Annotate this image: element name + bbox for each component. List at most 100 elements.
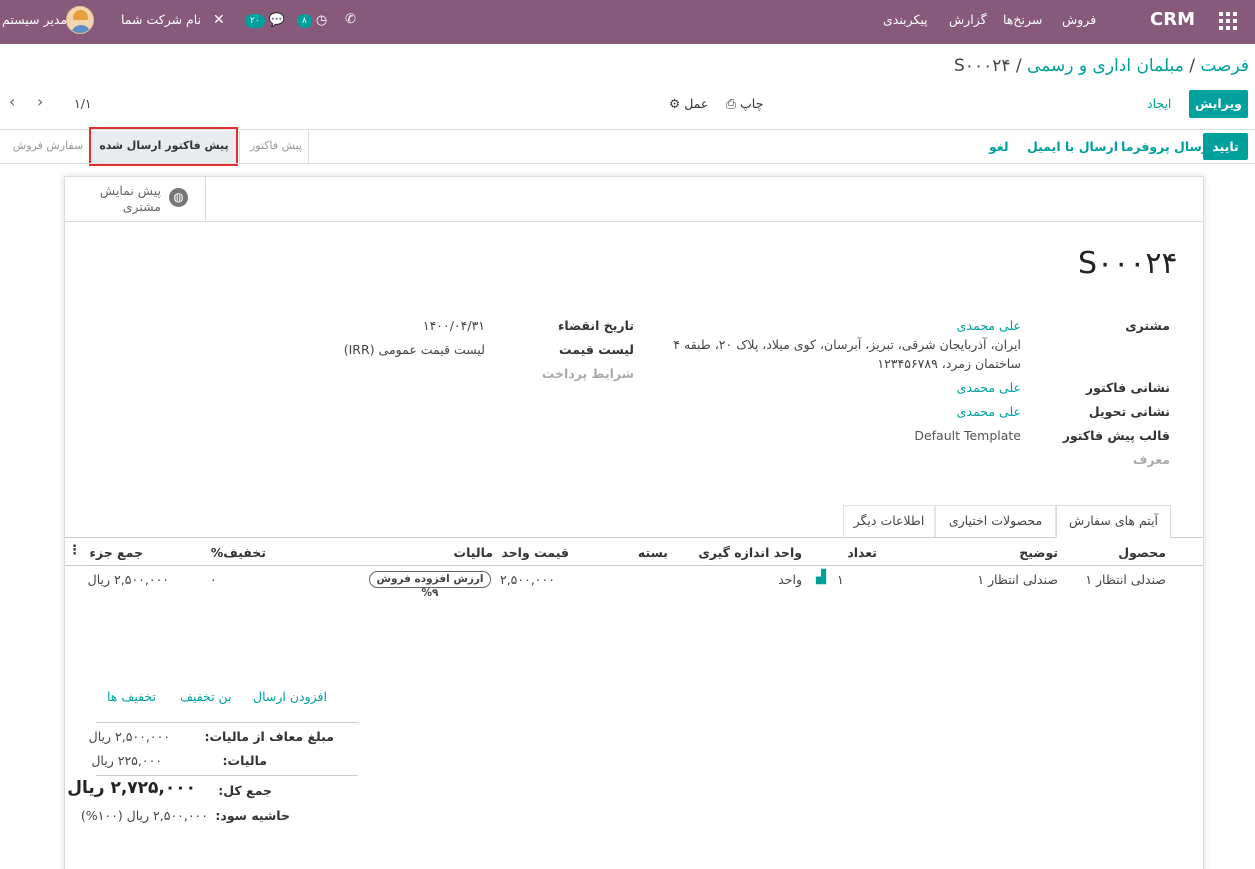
add-shipping-button[interactable]: افزودن ارسال [253,689,327,704]
col-unit-price[interactable]: قیمت واحد [501,545,569,560]
send-proforma-button[interactable]: ارسال پروفرما [1121,139,1213,154]
margin-label: حاشیه سود: [215,808,290,823]
tab-order-lines[interactable]: آیتم های سفارش [1056,505,1171,538]
col-subtotal[interactable]: جمع جزء [90,545,143,560]
chat-icon: 💬 [268,13,285,28]
phone-icon[interactable]: ✆ [345,0,356,44]
col-product[interactable]: محصول [1118,545,1166,560]
order-number: S۰۰۰۲۴ [1078,246,1178,281]
app-name[interactable]: CRM [1150,0,1195,44]
menu-leads[interactable]: سرنخ‌ها [1003,0,1042,44]
taxes-label: مالیات: [222,753,267,768]
promotions-button[interactable]: تخفیف ها [107,689,156,704]
customer-label: مشتری [1125,318,1170,333]
messages-menu[interactable]: ۲۰ 💬 [245,0,285,44]
margin-value: ۲,۵۰۰,۰۰۰ ریال (۱۰۰%) [80,808,208,823]
breadcrumb-opportunity-name[interactable]: مبلمان اداری و رسمی [1027,56,1184,76]
activity-menu[interactable]: ۸ ◷ [297,0,327,44]
col-quantity[interactable]: تعداد [847,545,877,560]
user-menu[interactable]: مدیر سیستم [2,0,67,44]
col-package[interactable]: بسته [638,545,668,560]
customer-preview-button[interactable]: پیش نمایش مشتری ◍ [65,177,206,221]
pager-value[interactable]: ۱/۱ [74,96,92,111]
divider [96,722,358,723]
expiry-date-field[interactable]: ۱۴۰۰/۰۴/۳۱ [423,318,485,333]
row-uom[interactable]: واحد [778,572,802,587]
divider [96,775,358,776]
print-label: چاپ [740,96,764,111]
create-button[interactable]: ایجاد [1147,96,1171,111]
customer-address-line1: ایران، آذربایجان شرقی، تبریز، آبرسان، کو… [673,337,1021,352]
stage-sales-order[interactable]: سفارش فروش [10,131,86,164]
col-description[interactable]: توضیح [1019,545,1058,560]
divider [65,221,1203,222]
row-discount[interactable]: ۰ [210,572,217,587]
quotation-template-field[interactable]: Default Template [914,428,1021,443]
quotation-template-label: قالب پیش فاکتور [1062,428,1170,443]
breadcrumb-separator: / [1189,56,1195,76]
print-button[interactable]: ⎙ چاپ [726,96,763,112]
untaxed-amount-label: مبلغ معاف از مالیات: [204,729,334,744]
col-discount[interactable]: تخفیف% [211,545,266,560]
breadcrumb-separator: / [1015,56,1022,76]
payment-terms-label: شرایط پرداخت [541,366,634,381]
coupon-button[interactable]: بن تخفیف [180,689,232,704]
previous-icon[interactable]: ‹ [9,92,15,111]
total-value: ۲,۷۲۵,۰۰۰ ریال [67,778,196,798]
taxes-value: ۲۲۵,۰۰۰ ریال [91,753,162,768]
customer-field[interactable]: علی محمدی [957,318,1021,333]
message-count-badge: ۲۰ [245,13,265,28]
printer-icon: ⎙ [726,96,737,111]
pricelist-label: لیست قیمت [559,342,634,357]
tab-optional-products[interactable]: محصولات اختیاری [935,505,1056,537]
delivery-address-label: نشانی تحویل [1088,404,1170,419]
cancel-button[interactable]: لغو [989,139,1009,154]
referrer-label: معرف [1132,452,1170,467]
tab-other-info[interactable]: اطلاعات دیگر [843,505,935,537]
globe-icon: ◍ [169,188,188,207]
col-taxes[interactable]: مالیات [454,545,493,560]
send-email-button[interactable]: ارسال با ایمیل [1027,139,1118,154]
debug-tools-icon[interactable]: ✕ [213,0,225,44]
expiry-date-label: تاریخ انقضاء [557,318,634,333]
row-quantity[interactable]: ۱ [837,572,844,587]
pricelist-field[interactable]: لیست قیمت عمومی (IRR) [344,342,485,357]
untaxed-amount-value: ۲,۵۰۰,۰۰۰ ریال [88,729,170,744]
activity-count-badge: ۸ [297,13,312,28]
col-uom[interactable]: واحد اندازه گیری [698,545,802,560]
row-product[interactable]: صندلی انتظار ۱ [1085,572,1166,587]
apps-menu-icon[interactable] [1219,12,1237,30]
menu-sales[interactable]: فروش [1062,0,1096,44]
menu-configuration[interactable]: پیکربندی [883,0,928,44]
customer-preview-line1: پیش نمایش [99,183,161,198]
optional-columns-icon[interactable]: ⋮ [68,543,81,558]
row-tax-tag[interactable]: ارزش افزوده فروش ۹% [369,571,491,599]
breadcrumb-opportunity[interactable]: فرصت [1200,56,1249,76]
top-navbar: CRM فروش سرنخ‌ها گزارش پیکربندی ✆ ۸ ◷ ۲۰… [0,0,1255,44]
customer-preview-line2: مشتری [122,199,161,214]
total-label: جمع کل: [218,783,272,798]
stage-quotation[interactable]: پیش فاکتور [239,131,309,164]
company-switcher[interactable]: نام شرکت شما [121,0,201,44]
invoice-address-label: نشانی فاکتور [1085,380,1170,395]
gear-icon: ⚙ [669,96,681,111]
next-icon[interactable]: › [37,92,43,111]
action-label: عمل [684,96,709,111]
edit-button[interactable]: ویرایش [1189,90,1248,118]
row-subtotal: ۲,۵۰۰,۰۰۰ ریال [87,572,169,587]
divider [65,537,1203,538]
breadcrumb-current: S۰۰۰۲۴ [954,56,1011,76]
forecast-chart-icon[interactable]: ▟ [816,570,826,585]
menu-reports[interactable]: گزارش [949,0,987,44]
invoice-address-field[interactable]: علی محمدی [957,380,1021,395]
delivery-address-field[interactable]: علی محمدی [957,404,1021,419]
divider [0,163,1255,164]
highlight-box [89,127,238,166]
clock-icon: ◷ [315,13,328,28]
row-description[interactable]: صندلی انتظار ۱ [977,572,1058,587]
row-unit-price[interactable]: ۲,۵۰۰,۰۰۰ [500,572,555,587]
user-avatar[interactable] [66,6,94,34]
customer-address-line2: ساختمان زمرد، ۱۲۳۴۵۶۷۸۹ [877,356,1021,371]
action-button[interactable]: ⚙ عمل [669,96,708,111]
breadcrumb: فرصت / مبلمان اداری و رسمی / S۰۰۰۲۴ [954,56,1249,76]
